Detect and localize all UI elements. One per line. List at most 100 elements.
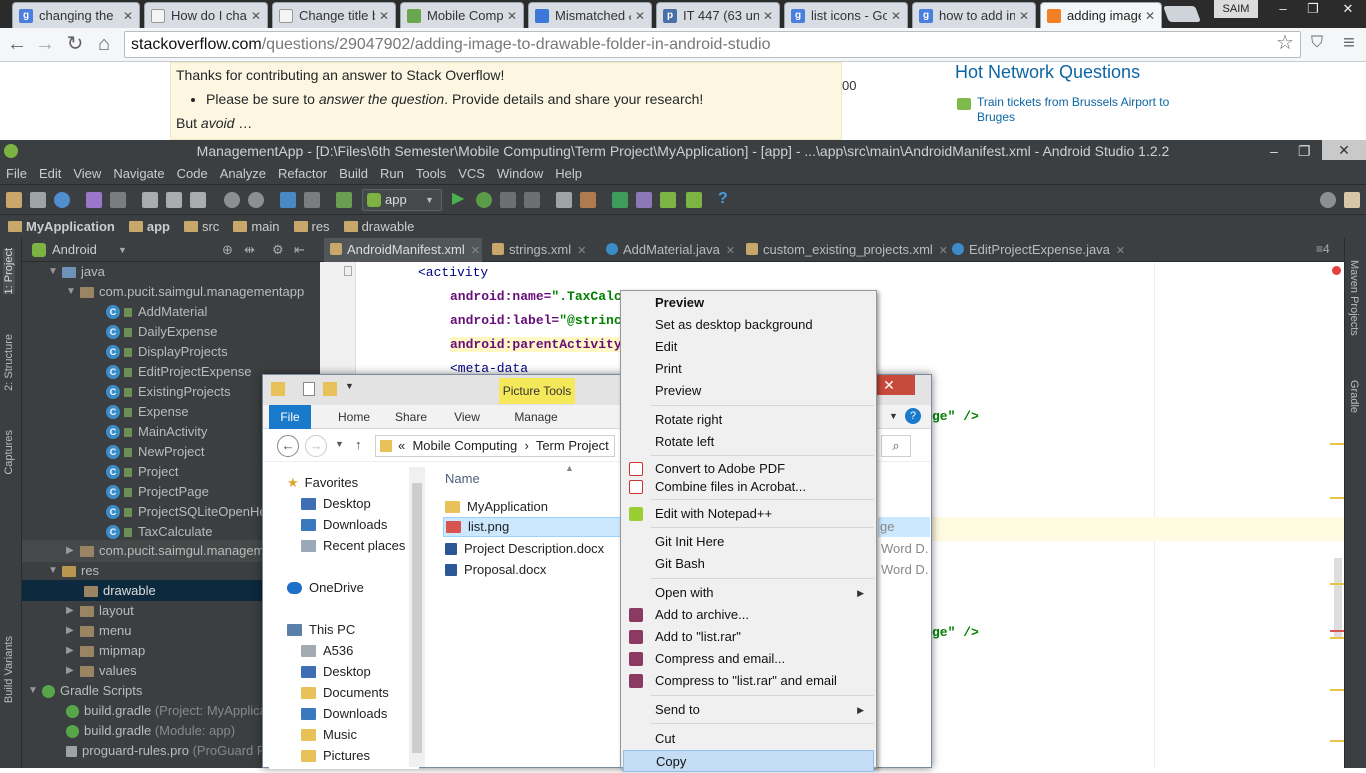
menu-file[interactable]: File [0,166,33,181]
editor-tab-active[interactable]: AndroidManifest.xml ✕ [324,238,482,262]
replace-icon[interactable] [248,192,264,208]
browser-tab[interactable]: How do I char ✕ [144,2,268,28]
close-tab-icon[interactable]: ✕ [891,9,901,23]
warning-marker[interactable] [1330,497,1344,499]
tree-node-class[interactable]: C NewProject [106,442,204,462]
tree-node-proguard-file[interactable]: proguard-rules.pro (ProGuard Rul [66,741,276,761]
nav-item[interactable]: Pictures [301,746,370,766]
editor-scrollbar-thumb[interactable] [1334,558,1342,638]
close-tab-icon[interactable]: ✕ [763,9,773,23]
run-icon[interactable]: ▶ [452,191,468,207]
menu-code[interactable]: Code [171,166,214,181]
close-tab-icon[interactable]: ✕ [635,9,645,23]
warning-marker[interactable] [1330,443,1344,445]
warning-marker[interactable] [1330,740,1344,742]
error-indicator-icon[interactable] [1332,266,1341,275]
forward-icon[interactable]: → [34,33,56,55]
chevron-down-icon[interactable]: ▼ [345,381,354,391]
open-folder-icon[interactable] [6,192,22,208]
menu-item-rotate-left[interactable]: Rotate left [623,431,874,453]
menu-navigate[interactable]: Navigate [107,166,170,181]
browser-tab-active[interactable]: adding image ✕ [1040,2,1162,28]
chevron-down-icon[interactable]: ▼ [889,411,898,421]
debug-icon[interactable] [476,192,492,208]
menu-item-add-to-archive[interactable]: Add to archive... [623,604,874,626]
tree-node-class[interactable]: C AddMaterial [106,302,207,322]
browser-tab[interactable]: Change title b ✕ [272,2,396,28]
browser-tab[interactable]: g how to add in ✕ [912,2,1036,28]
error-marker[interactable] [1330,630,1344,632]
tree-node-menu[interactable]: ▶ menu [66,621,132,641]
url-field[interactable]: stackoverflow.com/questions/29047902/add… [124,31,1301,58]
path-segment[interactable]: Term Project [536,438,609,453]
fold-icon[interactable] [344,266,352,276]
nav-onedrive[interactable]: OneDrive [287,578,364,598]
column-header-name[interactable]: Name [445,471,480,486]
close-tab-icon[interactable]: ✕ [251,9,261,23]
tree-node-package[interactable]: ▼ com.pucit.saimgul.managementapp [66,282,304,302]
menu-help[interactable]: Help [549,166,588,181]
menu-item-git-init[interactable]: Git Init Here [623,531,874,553]
minimize-icon[interactable]: – [1270,140,1278,162]
tree-node-drawable[interactable]: drawable [84,581,156,601]
new-folder-icon[interactable] [323,382,337,396]
settings-gear-icon[interactable]: ⚙ [272,238,284,262]
file-item[interactable]: MyApplication [445,497,548,517]
build-variants-tool-tab[interactable]: Build Variants [3,636,15,703]
menu-item-compress-rar-email[interactable]: Compress to "list.rar" and email [623,670,874,692]
menu-view[interactable]: View [67,166,107,181]
tree-node-res[interactable]: ▼ res [48,561,99,581]
breadcrumb-item[interactable]: app [121,219,170,234]
tree-node-gradle-file[interactable]: build.gradle (Project: MyApplicati [66,701,273,721]
gradle-tool-tab[interactable]: Gradle [1348,380,1360,413]
close-tab-icon[interactable]: ✕ [1145,9,1155,23]
reload-icon[interactable]: ↻ [64,33,86,55]
close-tab-icon[interactable]: ✕ [471,245,480,257]
structure-tool-tab[interactable]: 2: Structure [3,334,15,391]
tree-node-class[interactable]: C EditProjectExpense [106,362,251,382]
hide-panel-icon[interactable]: ⇤ [294,238,305,262]
search-everywhere-icon[interactable] [1320,192,1336,208]
copy-icon[interactable] [166,192,182,208]
tree-node-class[interactable]: C ProjectPage [106,482,209,502]
editor-tab[interactable]: strings.xml ✕ [486,238,596,262]
tree-node-class[interactable]: C DisplayProjects [106,342,228,362]
breadcrumb-item[interactable]: res [286,219,330,234]
collapse-all-icon[interactable]: ⇹ [244,238,255,262]
menu-item-open-with[interactable]: Open with ▶ [623,582,874,604]
nav-scrollbar-thumb[interactable] [412,483,422,753]
menu-vcs[interactable]: VCS [452,166,491,181]
menu-edit[interactable]: Edit [33,166,67,181]
profile-badge[interactable]: SAIM [1214,0,1258,18]
warning-marker[interactable] [1330,583,1344,585]
nav-item[interactable]: A536 [301,641,353,661]
user-avatar-icon[interactable] [1344,192,1360,208]
tree-node-values[interactable]: ▶ values [66,661,137,681]
tree-node-mipmap[interactable]: ▶ mipmap [66,641,145,661]
make-project-icon[interactable] [336,192,352,208]
menu-window[interactable]: Window [491,166,549,181]
hot-question-link[interactable]: Train tickets from Brussels Airport to B… [977,95,1177,125]
ribbon-tab-file[interactable]: File [269,405,311,429]
nav-item[interactable]: Desktop [301,662,371,682]
ribbon-tab-view[interactable]: View [443,405,491,429]
menu-item-preview[interactable]: Preview [623,380,874,402]
tree-node-gradle-file[interactable]: build.gradle (Module: app) [66,721,235,741]
close-tab-icon[interactable]: ✕ [726,245,735,257]
project-view-select[interactable]: Android [52,238,97,262]
nav-item[interactable]: Music [301,725,357,745]
properties-icon[interactable] [303,382,315,396]
ribbon-tab-manage[interactable]: Manage [501,405,571,429]
nav-this-pc[interactable]: This PC [287,620,355,640]
maven-projects-tool-tab[interactable]: Maven Projects [1348,260,1360,336]
menu-item-send-to[interactable]: Send to ▶ [623,699,874,721]
browser-tab[interactable]: Mismatched & ✕ [528,2,652,28]
tree-node-class[interactable]: C MainActivity [106,422,207,442]
menu-build[interactable]: Build [333,166,374,181]
menu-tools[interactable]: Tools [410,166,452,181]
cut-icon[interactable] [142,192,158,208]
nav-item[interactable]: Recent places [301,536,405,556]
run-config-select[interactable]: app ▼ [362,189,442,211]
browser-tab[interactable]: g changing the ✕ [12,2,140,28]
tree-node-class[interactable]: C ProjectSQLiteOpenHelp [106,502,277,522]
